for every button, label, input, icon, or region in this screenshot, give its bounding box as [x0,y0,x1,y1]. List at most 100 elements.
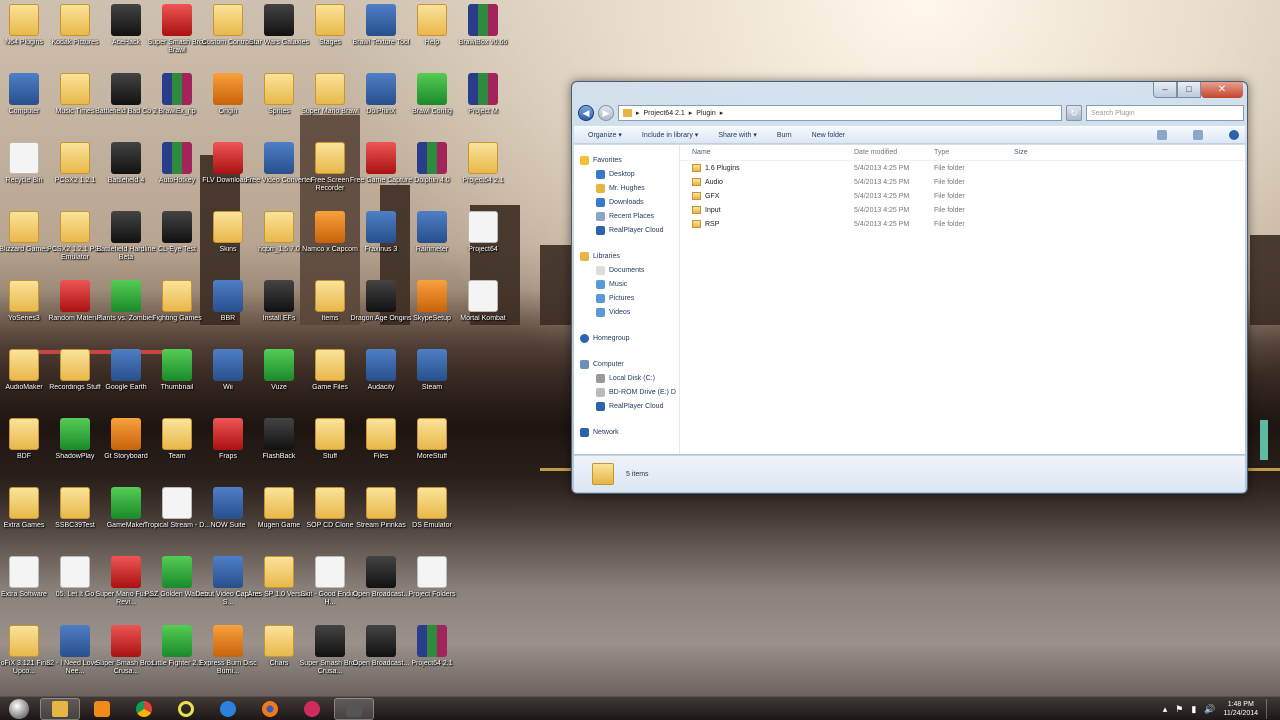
nav-videos[interactable]: Videos [574,305,679,319]
dark-icon [315,625,345,657]
documents-icon [596,265,605,275]
show-hidden-icons-icon[interactable]: ▴ [1163,704,1168,715]
green-icon [162,556,192,588]
folder-icon [264,211,294,243]
nav-pictures[interactable]: Pictures [574,291,679,305]
file-name: 1.6 Plugins [705,164,740,172]
back-button[interactable]: ◀ [578,105,594,121]
folder-icon [468,142,498,174]
view-options-icon[interactable] [1157,130,1167,140]
folder-icon [366,418,396,450]
burn-button[interactable]: Burn [777,132,792,139]
folder-icon [9,211,39,243]
chrome-icon [136,700,152,717]
nav-downloads[interactable]: Downloads [574,195,679,209]
share-with-button[interactable]: Share with ▾ [718,131,757,139]
details-pane: 5 items [574,455,1245,492]
column-name[interactable]: Name [680,149,854,156]
clock-date: 11/24/2014 [1223,710,1258,717]
folder-icon [264,556,294,588]
taskbar-app-4[interactable] [166,698,206,720]
desktop-icon[interactable]: Project M [449,73,517,139]
nav-bd-rom[interactable]: BD-ROM Drive (E:) D [574,385,679,399]
network-status-icon[interactable]: ▮ [1191,704,1196,715]
folder-icon [60,211,90,243]
folder-icon [592,463,614,485]
desktop-icon-label: Project64 2.1 [462,177,504,184]
maximize-button[interactable]: □ [1177,82,1201,98]
taskbar-internet-explorer[interactable] [208,698,248,720]
folder-icon [213,211,243,243]
nav-realplayer-cloud-2[interactable]: RealPlayer Cloud [574,399,679,413]
help-icon[interactable] [1229,130,1239,140]
desktop-icon[interactable]: Project64 2.1 [398,625,466,691]
clock[interactable]: 1:48 PM 11/24/2014 [1223,700,1258,718]
user-folder-icon [596,183,605,193]
forward-button[interactable]: ▶ [598,105,614,121]
show-desktop-button[interactable] [1266,699,1274,719]
start-button[interactable] [0,697,38,720]
dark-icon [162,211,192,243]
taskbar-media-player[interactable] [82,698,122,720]
folder-icon [315,280,345,312]
rar-icon [417,625,447,657]
column-date-modified[interactable]: Date modified [854,149,934,156]
nav-realplayer-cloud[interactable]: RealPlayer Cloud [574,223,679,237]
flag-icon[interactable]: ⚑ [1175,704,1183,715]
taskbar-itunes[interactable] [292,698,332,720]
green-icon [417,73,447,105]
rar-icon [468,4,498,36]
nav-libraries[interactable]: Libraries [574,249,679,263]
column-type[interactable]: Type [934,149,1014,156]
desktop-icon[interactable]: DS Emulator [398,487,466,553]
firefox-icon [262,700,278,717]
taskbar-chrome[interactable] [124,698,164,720]
file-row[interactable]: Audio 5/4/2013 4:25 PM File folder [680,175,1245,189]
nav-computer[interactable]: Computer [574,357,679,371]
new-folder-button[interactable]: New folder [812,132,845,139]
volume-icon[interactable]: 🔊 [1204,704,1215,715]
desktop-icon[interactable]: Project64 2.1 [449,142,517,208]
preview-pane-icon[interactable] [1193,130,1203,140]
explorer-content: Favorites Desktop Mr. Hughes Downloads R… [574,145,1245,454]
explorer-window[interactable]: – □ ✕ ◀ ▶ ▸ Project64 2.1 ▸ Plugin ▸ ↻ S… [571,81,1248,494]
nav-local-disk[interactable]: Local Disk (C:) [574,371,679,385]
taskbar-firefox[interactable] [250,698,290,720]
desktop-icon-label: Project64 2.1 [411,660,453,667]
include-in-library-button[interactable]: Include in library ▾ [642,131,698,139]
nav-mr-hughes[interactable]: Mr. Hughes [574,181,679,195]
desktop-icon[interactable]: Project64 [449,211,517,277]
minimize-button[interactable]: – [1153,82,1177,98]
nav-documents[interactable]: Documents [574,263,679,277]
nav-homegroup[interactable]: Homegroup [574,331,679,345]
green-icon [264,349,294,381]
address-bar-row: ◀ ▶ ▸ Project64 2.1 ▸ Plugin ▸ ↻ Search … [578,104,1244,122]
nav-network[interactable]: Network [574,425,679,439]
desktop-icon[interactable]: Steam [398,349,466,415]
nav-recent-places[interactable]: Recent Places [574,209,679,223]
desktop-icon[interactable]: BrawlBox v0.66 [449,4,517,70]
desktop-icon[interactable]: Mortal Kombat [449,280,517,346]
close-button[interactable]: ✕ [1201,82,1243,98]
organize-button[interactable]: Organize ▾ [588,131,622,139]
nav-music[interactable]: Music [574,277,679,291]
refresh-button[interactable]: ↻ [1066,105,1082,121]
file-date: 5/4/2013 4:25 PM [854,164,910,172]
address-field[interactable]: ▸ Project64 2.1 ▸ Plugin ▸ [618,105,1062,121]
nav-favorites[interactable]: Favorites [574,153,679,167]
recent-places-icon [596,211,605,221]
taskbar-explorer[interactable] [40,697,80,720]
file-row[interactable]: 1.6 Plugins 5/4/2013 4:25 PM File folder [680,161,1245,175]
file-row[interactable]: Input 5/4/2013 4:25 PM File folder [680,203,1245,217]
taskbar-app-8[interactable] [334,697,374,720]
file-row[interactable]: RSP 5/4/2013 4:25 PM File folder [680,217,1245,231]
desktop-icon [596,169,605,179]
breadcrumb-item-project64[interactable]: Project64 2.1 [644,110,685,117]
column-size[interactable]: Size [1014,149,1074,156]
desktop-icon[interactable]: Project Folders [398,556,466,622]
breadcrumb-item-plugin[interactable]: Plugin [696,110,715,117]
desktop-icon[interactable]: MoreStuff [398,418,466,484]
file-row[interactable]: GFX 5/4/2013 4:25 PM File folder [680,189,1245,203]
nav-desktop[interactable]: Desktop [574,167,679,181]
search-input[interactable]: Search Plugin [1086,105,1244,121]
